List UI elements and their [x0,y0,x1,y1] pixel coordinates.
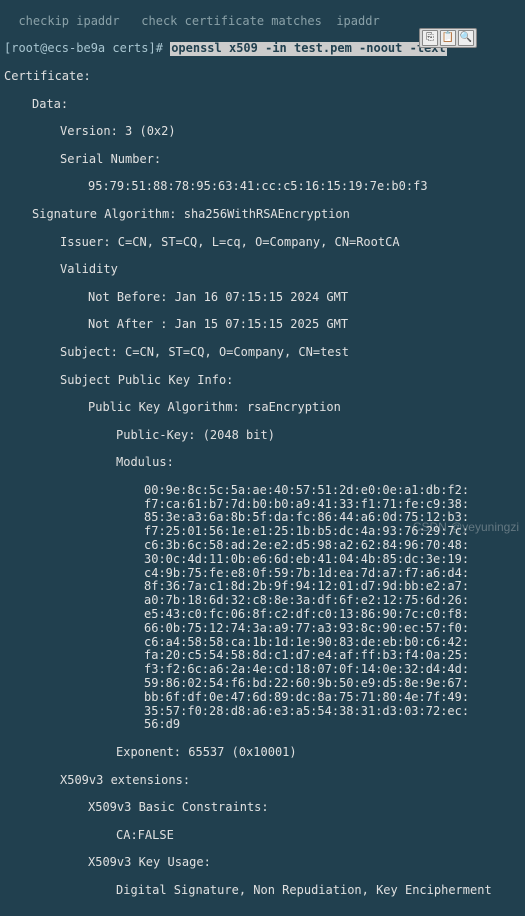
public-key: Public-Key: (2048 bit) [4,429,521,443]
modulus-line: c6:a4:58:58:ca:1b:1d:1e:90:83:de:eb:b0:c… [4,636,521,650]
search-button[interactable]: 🔍 [458,30,474,46]
basic-constraints-label: X509v3 Basic Constraints: [4,801,521,815]
modulus-line: f3:f2:6c:a6:2a:4e:cd:18:07:0f:14:0e:32:d… [4,663,521,677]
modulus-line: 66:0b:75:12:74:3a:a9:77:a3:93:8c:90:ec:5… [4,622,521,636]
paste-icon: 📋 [442,33,454,43]
watermark: CSDN @yeyuningzi [413,521,519,535]
modulus-label: Modulus: [4,456,521,470]
modulus-line: a0:7b:18:6d:32:c8:8e:3a:df:6f:e2:12:75:6… [4,594,521,608]
modulus-line: c4:9b:75:fe:e8:0f:59:7b:1d:ea:7d:a7:f7:a… [4,567,521,581]
validity-label: Validity [4,263,521,277]
version: Version: 3 (0x2) [4,125,521,139]
issuer: Issuer: C=CN, ST=CQ, L=cq, O=Company, CN… [4,236,521,250]
spki-label: Subject Public Key Info: [4,374,521,388]
copy-button[interactable]: ⎘ [422,30,438,46]
terminal-output: checkip ipaddr check certificate matches… [0,0,525,916]
key-usage-label: X509v3 Key Usage: [4,856,521,870]
modulus-line: 56:d9 [4,718,521,732]
sig-algo: Signature Algorithm: sha256WithRSAEncryp… [4,208,521,222]
selection-toolbar: ⎘ 📋 🔍 [419,28,477,48]
modulus-line: fa:20:c5:54:58:8d:c1:d7:e4:af:ff:b3:f4:0… [4,649,521,663]
serial-value: 95:79:51:88:78:95:63:41:cc:c5:16:15:19:7… [4,180,521,194]
paste-button[interactable]: 📋 [440,30,456,46]
exponent: Exponent: 65537 (0x10001) [4,746,521,760]
modulus-line: e5:43:c0:fc:06:8f:c2:df:c0:13:86:90:7c:c… [4,608,521,622]
modulus-line: bb:6f:df:0e:47:6d:89:dc:8a:75:71:80:4e:7… [4,691,521,705]
modulus-line: c6:3b:6c:58:ad:2e:e2:d5:98:a2:62:84:96:7… [4,539,521,553]
copy-icon: ⎘ [426,33,434,43]
pk-algo: Public Key Algorithm: rsaEncryption [4,401,521,415]
not-after: Not After : Jan 15 07:15:15 2025 GMT [4,318,521,332]
modulus-line: 00:9e:8c:5c:5a:ae:40:57:51:2d:e0:0e:a1:d… [4,484,521,498]
cert-header: Certificate: [4,70,521,84]
prev-cmd-hint: checkip ipaddr check certificate matches… [4,15,521,29]
modulus-line: 8f:36:7a:c1:8d:2b:9f:94:12:01:d7:9d:bb:e… [4,580,521,594]
shell-prompt: [root@ecs-be9a certs]# [4,41,163,55]
not-before: Not Before: Jan 16 07:15:15 2024 GMT [4,291,521,305]
basic-constraints-value: CA:FALSE [4,829,521,843]
modulus-line: f7:ca:61:b7:7d:b0:b0:a9:41:33:f1:71:fe:c… [4,498,521,512]
key-usage-value: Digital Signature, Non Repudiation, Key … [4,884,521,898]
command-text: openssl x509 -in test.pem -noout -text [170,42,447,56]
ext-label: X509v3 extensions: [4,774,521,788]
serial-label: Serial Number: [4,153,521,167]
modulus-line: 35:57:f0:28:d8:a6:e3:a5:54:38:31:d3:03:7… [4,705,521,719]
modulus-line: 59:86:02:54:f6:bd:22:60:9b:50:e9:d5:8e:9… [4,677,521,691]
subject: Subject: C=CN, ST=CQ, O=Company, CN=test [4,346,521,360]
data-header: Data: [4,98,521,112]
search-icon: 🔍 [460,33,472,43]
